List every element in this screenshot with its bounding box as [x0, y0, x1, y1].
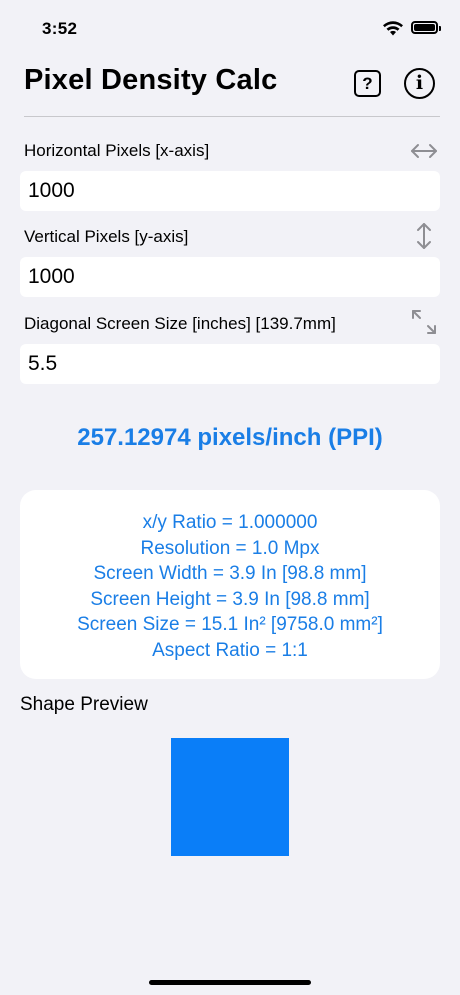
wifi-icon: [383, 21, 403, 36]
results-panel: x/y Ratio = 1.000000 Resolution = 1.0 Mp…: [20, 490, 440, 679]
screen-height-text: Screen Height = 3.9 In [98.8 mm]: [90, 588, 370, 610]
divider: [24, 116, 440, 117]
vertical-pixels-input[interactable]: 1000: [20, 257, 440, 297]
diagonal-size-label: Diagonal Screen Size [inches] [139.7mm]: [24, 314, 336, 333]
diagonal-arrows-icon[interactable]: [410, 308, 438, 336]
horizontal-pixels-label: Horizontal Pixels [x-axis]: [24, 141, 210, 160]
screen-size-text: Screen Size = 15.1 In² [9758.0 mm²]: [77, 614, 383, 635]
aspect-ratio-text: Aspect Ratio = 1:1: [152, 639, 308, 661]
vertical-arrows-icon[interactable]: [410, 222, 438, 250]
status-time: 3:52: [42, 19, 78, 38]
vertical-pixels-label: Vertical Pixels [y-axis]: [24, 227, 189, 246]
battery-icon: [411, 21, 441, 34]
resolution-text: Resolution = 1.0 Mpx: [140, 537, 320, 559]
shape-preview-label: Shape Preview: [20, 694, 148, 715]
ppi-result: 257.12974 pixels/inch (PPI): [77, 424, 383, 451]
shape-preview: [171, 738, 289, 856]
status-bar: 3:52: [0, 0, 460, 58]
page-title: Pixel Density Calc: [24, 64, 278, 96]
info-button[interactable]: i: [404, 68, 435, 99]
home-indicator[interactable]: [149, 980, 311, 985]
xy-ratio-text: x/y Ratio = 1.000000: [142, 512, 318, 533]
help-button[interactable]: ?: [354, 70, 381, 97]
horizontal-arrows-icon[interactable]: [410, 137, 438, 165]
diagonal-size-input[interactable]: 5.5: [20, 344, 440, 384]
screen-width-text: Screen Width = 3.9 In [98.8 mm]: [93, 563, 367, 584]
horizontal-pixels-input[interactable]: 1000: [20, 171, 440, 211]
